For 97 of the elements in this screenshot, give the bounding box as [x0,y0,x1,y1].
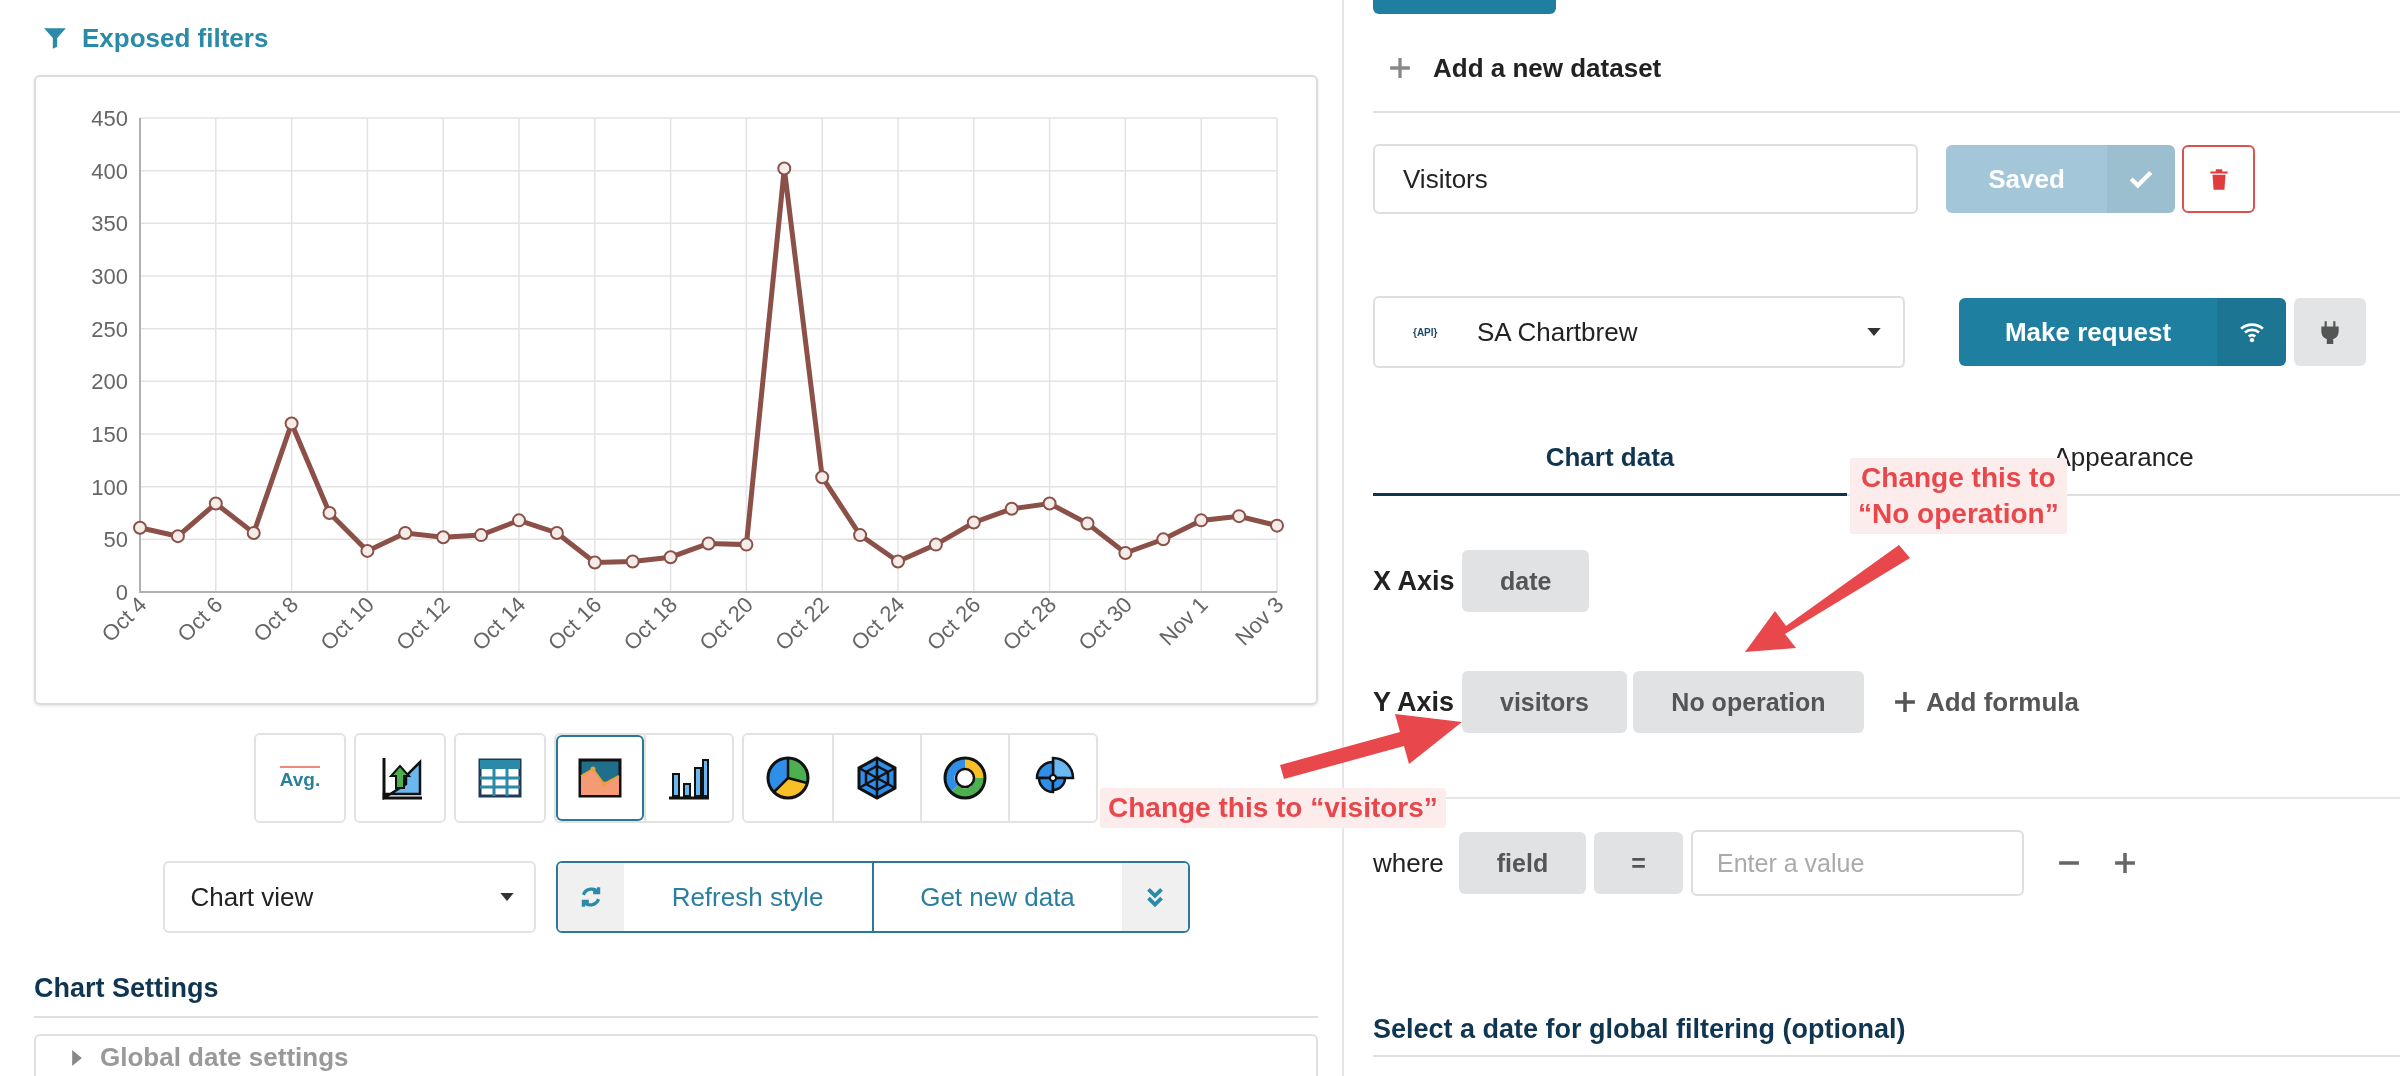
pie-chart-icon [764,754,812,802]
data-point [133,520,147,535]
data-point [853,528,868,543]
data-point [891,554,905,569]
x-field-button[interactable]: date [1462,550,1590,612]
refresh-icon-button[interactable] [557,863,624,931]
axis-label: Nov 1 [1154,591,1213,651]
axis-label: Oct 16 [542,591,607,656]
axis-label: 150 [91,422,128,447]
caret-icon[interactable] [72,1049,82,1066]
axis-label: Oct 18 [618,591,683,656]
plug-button[interactable] [2294,298,2366,366]
data-point [322,506,337,520]
section-heading: Select a date for global filtering (optional) [1373,1014,2400,1057]
axis-label: 400 [91,158,128,184]
data-point [549,526,564,540]
data-point [1118,546,1133,561]
axis-label: X Axis [1373,565,1456,597]
axis-label: 450 [91,106,128,131]
data-point [966,515,981,530]
data-point [928,537,943,552]
caret-icon [499,893,514,901]
axis-label: Oct 26 [921,591,986,656]
polar-chart-button[interactable] [1008,735,1096,821]
axis-label: 200 [91,369,128,395]
tab[interactable]: Chart data [1373,422,1847,496]
data-point [246,526,261,540]
data-point [1270,518,1284,533]
donut-chart-icon [941,754,989,802]
axis-label: Oct 6 [172,591,228,647]
axis-label: Oct 30 [1073,591,1137,656]
data-point [512,513,526,528]
data-point [284,416,299,431]
data-point [170,529,185,544]
data-point [587,555,602,570]
axis-label: Nov 3 [1230,591,1289,651]
data-point [474,528,489,543]
data-point [663,550,678,565]
data-source-dropdown[interactable]: {API} SA Chartbrew [1373,296,1905,368]
make-request-button[interactable]: Make request [1959,298,2286,366]
axis-label: Y Axis [1373,686,1456,718]
add-dataset-link[interactable]: Add a new dataset [1433,52,1662,84]
view-dropdown[interactable]: Chart view [162,861,536,933]
axis-label: 300 [91,264,128,289]
value-field[interactable]: Enter a value [1691,830,2024,896]
delete-button[interactable] [2182,145,2255,213]
area-chart-button[interactable] [556,735,644,821]
operator-button[interactable]: = [1594,832,1683,894]
bar-chart-button[interactable] [644,735,732,821]
data-point [1080,516,1095,531]
chevrons-down-button[interactable] [1121,863,1188,931]
axis-label: 100 [91,474,128,500]
axis-label: 350 [91,211,128,237]
section-heading: Chart Settings [34,973,1318,1018]
data-point [208,496,223,511]
y-field-button[interactable]: visitors [1462,671,1627,733]
axis-label: Oct 28 [997,591,1062,656]
plus-icon[interactable] [2114,852,2136,874]
data-point [360,543,375,558]
where-label: where [1373,847,1445,879]
data-point [777,161,792,176]
plus-icon [1893,691,1916,713]
data-point [739,537,754,552]
caret-icon [1867,328,1881,336]
data-point [625,554,640,569]
data-point [436,530,451,545]
growth-chart-button[interactable] [356,735,444,821]
operation-button[interactable]: No operation [1632,671,1864,733]
api-label: {API} [1413,326,1439,338]
data-source-name: SA Chartbrew [1477,316,1639,348]
kpi-chart-button[interactable]: Avg. [256,735,344,821]
data-point [1194,513,1209,528]
axis-label: 250 [91,316,128,342]
axis-label: Oct 10 [315,591,379,656]
data-point [1156,532,1171,547]
annotation-label: Change this to “visitors” [1100,788,1446,828]
axis-label: Oct 14 [467,591,531,656]
axis-label: Oct 24 [846,591,910,656]
dataset-name-field[interactable]: Visitors [1373,144,1918,214]
plus-icon[interactable] [1389,57,1411,79]
data-point [815,470,830,485]
data-point [1004,501,1019,516]
axis-label: 0 [115,580,128,605]
data-point [398,526,413,540]
exposed-filters-link[interactable]: Exposed filters [82,22,269,54]
add-formula-button[interactable]: Add formula [1887,685,2086,719]
axis-label: Oct 12 [391,591,455,656]
data-point [1232,509,1247,524]
filter-icon[interactable] [42,25,68,51]
filter-field-button[interactable]: field [1459,832,1586,894]
data-point [1042,496,1057,511]
table-chart-button[interactable] [456,735,544,821]
axis-label: Oct 20 [694,591,758,656]
axis-label: Oct 22 [770,591,834,656]
axis-label: Oct 8 [248,591,304,647]
axis-label: 50 [103,527,128,553]
data-point [701,536,716,551]
